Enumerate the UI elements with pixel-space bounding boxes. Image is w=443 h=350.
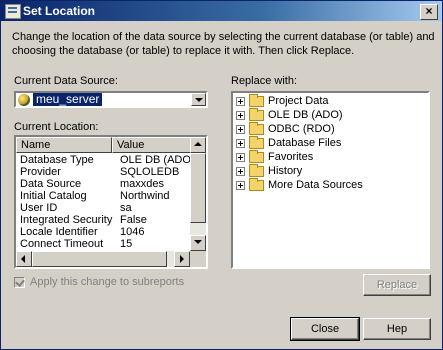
close-button[interactable]: Close [290, 317, 360, 341]
chevron-down-icon [194, 240, 202, 244]
tree-item-label: Project Data [268, 95, 329, 107]
tree-item-label: OLE DB (ADO) [268, 109, 343, 121]
close-icon[interactable]: × [420, 4, 438, 20]
tree-item-label: ODBC (RDO) [268, 123, 335, 135]
tree-item-label: Favorites [268, 151, 314, 163]
chevron-right-icon [180, 255, 184, 263]
scroll-right-button[interactable] [174, 251, 190, 267]
replace-with-label: Replace with: [231, 75, 298, 87]
scroll-thumb[interactable] [190, 153, 206, 223]
combo-dropdown-button[interactable] [191, 93, 206, 106]
vertical-scrollbar[interactable] [190, 137, 206, 251]
set-location-dialog: Set Location × Change the location of th… [0, 0, 443, 350]
horizontal-scrollbar[interactable] [16, 251, 190, 267]
scroll-up-button[interactable] [190, 137, 206, 153]
replace-button[interactable]: Replace [363, 274, 431, 296]
apply-subreports-label: Apply this change to subreports [30, 276, 185, 288]
property-name: Connect Timeout [20, 238, 104, 250]
expand-plus-icon[interactable] [236, 153, 245, 162]
chevron-up-icon [194, 142, 202, 146]
current-data-source-value: meu_server [33, 93, 103, 106]
chevron-down-icon [195, 98, 203, 102]
folder-icon [249, 150, 264, 163]
property-value: 15 [120, 238, 133, 250]
chevron-left-icon [21, 255, 25, 263]
scroll-left-button[interactable] [16, 251, 32, 267]
expand-plus-icon[interactable] [236, 111, 245, 120]
scroll-down-button[interactable] [190, 235, 206, 251]
dialog-icon [5, 4, 21, 19]
column-header-value[interactable]: Value [112, 137, 191, 153]
checkbox-checked-icon [14, 277, 25, 288]
database-icon [18, 94, 30, 106]
dialog-title: Set Location [23, 4, 96, 18]
current-data-source-combo[interactable]: meu_server [14, 91, 208, 108]
tree-item-label: Database Files [268, 137, 342, 149]
replace-with-tree[interactable]: Project Data OLE DB (ADO) ODBC (RDO) Dat… [231, 91, 430, 269]
tree-item-label: More Data Sources [268, 179, 363, 191]
title-bar[interactable]: Set Location × [1, 1, 442, 21]
scroll-corner [190, 251, 206, 267]
expand-plus-icon[interactable] [236, 181, 245, 190]
tree-item-label: History [268, 165, 303, 177]
column-header-name[interactable]: Name [16, 137, 112, 153]
expand-plus-icon[interactable] [236, 139, 245, 148]
expand-plus-icon[interactable] [236, 125, 245, 134]
expand-plus-icon[interactable] [236, 167, 245, 176]
folder-icon [249, 108, 264, 121]
expand-plus-icon[interactable] [236, 97, 245, 106]
folder-icon [249, 136, 264, 149]
current-location-list[interactable]: Name Value Database Type OLE DB (ADO) Pr… [14, 135, 208, 269]
scroll-thumb-horizontal[interactable] [32, 251, 167, 267]
folder-icon [249, 94, 264, 107]
folder-icon [249, 164, 264, 177]
help-button[interactable]: Hep [363, 318, 431, 340]
table-row[interactable]: Connect Timeout 15 [16, 238, 191, 251]
folder-icon [249, 122, 264, 135]
current-location-label: Current Location: [14, 121, 99, 133]
description-text: Change the location of the data source b… [12, 31, 435, 57]
current-data-source-label: Current Data Source: [14, 75, 118, 87]
folder-icon [249, 178, 264, 191]
